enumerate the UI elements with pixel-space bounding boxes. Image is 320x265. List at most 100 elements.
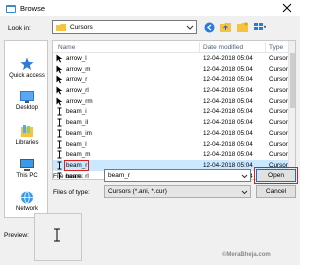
list-item[interactable]: arrow_rl 12-04-2018 05:04 Cursor (53, 85, 295, 96)
list-item[interactable]: arrow_m 12-04-2018 05:04 Cursor (53, 64, 295, 75)
folder-icon (6, 3, 16, 13)
back-icon[interactable] (203, 21, 215, 33)
place-network[interactable]: Network (5, 191, 49, 212)
list-item[interactable]: beam_im 12-04-2018 05:04 Cursor (53, 128, 295, 139)
file-type-cell: Cursor (269, 65, 288, 73)
file-type-value: Cursors (*.ani, *.cur) (108, 188, 167, 195)
file-date-cell: 12-04-2018 05:04 (203, 161, 253, 169)
column-divider[interactable] (265, 42, 266, 52)
file-date-cell: 12-04-2018 05:04 (203, 65, 253, 73)
file-date-cell: 12-04-2018 05:04 (203, 55, 253, 62)
look-in-combobox[interactable]: Cursors (52, 20, 197, 34)
look-in-value: Cursors (70, 23, 93, 31)
text-cursor-icon (55, 118, 64, 127)
scrollbar-thumb[interactable] (290, 53, 295, 108)
text-cursor-icon (55, 150, 64, 159)
file-name-value: beam_r (108, 172, 131, 179)
file-date-cell: 12-04-2018 05:04 (203, 97, 253, 105)
close-icon[interactable] (282, 3, 292, 13)
file-date-cell: 12-04-2018 05:04 (203, 119, 253, 127)
file-date-cell: 12-04-2018 05:04 (203, 76, 253, 84)
file-type-select[interactable]: Cursors (*.ani, *.cur) (104, 185, 251, 198)
view-menu-icon[interactable] (254, 21, 266, 33)
place-this-pc[interactable]: This PC (5, 159, 49, 179)
place-label: Desktop (15, 105, 38, 111)
chevron-down-icon[interactable] (241, 189, 248, 197)
file-type-cell: Cursor (269, 97, 288, 105)
file-name-cell: arrow_r (66, 76, 88, 84)
arrow-cursor-icon (55, 97, 64, 106)
open-button[interactable]: Open (254, 167, 298, 184)
column-header-date[interactable]: Date modified (203, 44, 243, 51)
file-name-cell: beam_r (63, 159, 90, 171)
place-desktop[interactable]: Desktop (5, 91, 49, 111)
file-date-cell: 12-04-2018 05:04 (203, 108, 253, 116)
preview-pane (34, 213, 82, 261)
desktop-icon (5, 91, 49, 103)
place-label: Libraries (15, 140, 39, 146)
window-title: Browse (20, 3, 46, 13)
watermark: ©MeraBheja.com (222, 252, 271, 258)
arrow-cursor-icon (55, 65, 64, 74)
preview-label: Preview: (4, 232, 29, 239)
text-cursor-icon (55, 161, 64, 170)
folder-icon (56, 23, 66, 31)
browse-dialog: Look in: Cursors Quick access Desktop Li… (0, 16, 300, 265)
file-name-cell: arrow_l (66, 55, 87, 62)
libraries-icon (5, 125, 49, 138)
list-item[interactable]: arrow_rm 12-04-2018 05:04 Cursor (53, 96, 295, 107)
network-icon (5, 191, 49, 204)
file-type-label: Files of type: (53, 189, 90, 196)
place-quick-access[interactable]: Quick access (5, 57, 49, 79)
list-item[interactable]: beam_m 12-04-2018 05:04 Cursor (53, 149, 295, 160)
file-name-cell: beam_im (66, 129, 92, 137)
file-date-cell: 12-04-2018 05:04 (203, 87, 253, 95)
list-item[interactable]: beam_i 12-04-2018 05:04 Cursor (53, 106, 295, 117)
column-header-type[interactable]: Type (269, 44, 283, 51)
file-name-cell: beam_il (66, 119, 89, 127)
cancel-button[interactable]: Cancel (256, 185, 296, 198)
arrow-cursor-icon (55, 54, 64, 63)
file-date-cell: 12-04-2018 05:04 (203, 140, 253, 148)
place-label: Quick access (9, 73, 45, 79)
column-divider[interactable] (199, 42, 200, 52)
star-icon (5, 57, 49, 71)
list-header: Name Date modified Type (53, 41, 295, 53)
list-item[interactable]: arrow_r 12-04-2018 05:04 Cursor (53, 74, 295, 85)
file-name-cell: arrow_m (66, 65, 91, 73)
file-rows: arrow_l 12-04-2018 05:04 Cursor arrow_m 12-0… (53, 53, 295, 179)
chevron-down-icon[interactable] (186, 23, 194, 31)
text-cursor-icon (55, 107, 64, 116)
file-type-cell: Cursor (269, 129, 288, 137)
file-type-cell: Cursor (269, 55, 288, 62)
file-type-cell: Cursor (269, 76, 288, 84)
vertical-scrollbar[interactable] (288, 41, 295, 179)
file-name-cell: arrow_rl (66, 87, 89, 95)
file-type-cell: Cursor (269, 87, 288, 95)
file-type-cell: Cursor (269, 161, 288, 169)
file-name-input[interactable]: beam_r (104, 169, 251, 182)
file-list[interactable]: Name Date modified Type arrow_l 12-04-201… (52, 40, 296, 180)
list-item[interactable]: arrow_l 12-04-2018 05:04 Cursor (53, 53, 295, 64)
new-folder-icon[interactable] (237, 21, 249, 33)
place-libraries[interactable]: Libraries (5, 125, 49, 146)
place-label: Network (15, 206, 38, 212)
chevron-down-icon[interactable] (241, 173, 248, 181)
text-cursor-icon (53, 228, 61, 244)
title-bar: Browse (0, 0, 300, 16)
text-cursor-icon (55, 140, 64, 149)
list-item[interactable]: beam_l 12-04-2018 05:04 Cursor (53, 139, 295, 150)
column-header-name[interactable]: Name (58, 44, 75, 51)
arrow-cursor-icon (55, 86, 64, 95)
list-item[interactable]: beam_il 12-04-2018 05:04 Cursor (53, 117, 295, 128)
file-type-cell: Cursor (269, 119, 288, 127)
places-bar: Quick access Desktop Libraries This PC N… (4, 40, 48, 218)
look-in-label: Look in: (8, 25, 31, 32)
file-name-cell: beam_i (66, 108, 87, 116)
file-type-cell: Cursor (269, 108, 288, 116)
file-name-cell: beam_l (66, 140, 87, 148)
file-date-cell: 12-04-2018 05:04 (203, 129, 253, 137)
file-date-cell: 12-04-2018 05:04 (203, 151, 253, 159)
place-label: This PC (16, 173, 38, 179)
up-folder-icon[interactable] (220, 21, 232, 33)
